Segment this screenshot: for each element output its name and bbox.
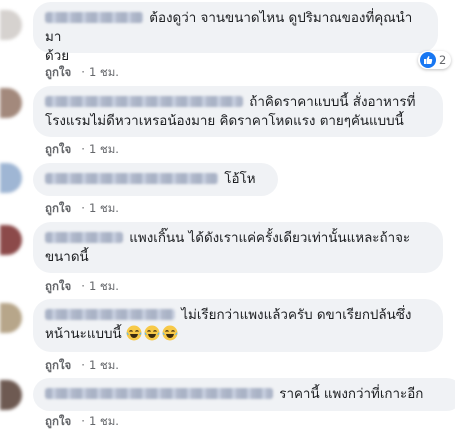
avatar[interactable] xyxy=(0,225,22,255)
comment-text-line1: โอ้โห xyxy=(224,172,256,187)
timestamp[interactable]: 1 ชม. xyxy=(89,279,119,293)
blurred-author-name[interactable] xyxy=(45,96,243,107)
comment-meta: ถูกใจ · 1 ชม. xyxy=(45,141,119,159)
comment-text-line1: แพงเกิ๊นน ได้ดังเราแค่ครั้งเดียวเท่านั้น… xyxy=(129,231,411,246)
like-link[interactable]: ถูกใจ xyxy=(45,201,71,215)
separator-dot: · xyxy=(81,201,85,215)
comment-bubble: ต้องดูว่า จานขนาดไหน ดูปริมาณของที่คุณนำ… xyxy=(33,2,438,64)
comment-text-line1: ไม่เรียกว่าแพงแล้วครับ ดขาเรียกปล้นซึ่ง xyxy=(181,308,412,323)
separator-dot: · xyxy=(81,65,85,79)
comment-text-line2: ด้วย xyxy=(45,49,70,64)
comment-bubble: ราคานี้ แพงกว่าที่เกาะอีก xyxy=(33,378,455,411)
avatar[interactable] xyxy=(0,163,22,193)
laughing-tears-emoji-icon xyxy=(126,325,142,341)
timestamp[interactable]: 1 ชม. xyxy=(89,414,119,428)
comment-text-line1: ราคานี้ แพงกว่าที่เกาะอีก xyxy=(279,387,424,402)
timestamp[interactable]: 1 ชม. xyxy=(89,65,119,79)
comment-bubble: ไม่เรียกว่าแพงแล้วครับ ดขาเรียกปล้นซึ่ง … xyxy=(33,299,443,352)
avatar[interactable] xyxy=(0,88,22,118)
comment-bubble: แพงเกิ๊นน ได้ดังเราแค่ครั้งเดียวเท่านั้น… xyxy=(33,222,443,273)
comment-text-line2: โรงแรมไม่ดีหวาเหรอน้องมาย คิดราคาโหดแรง … xyxy=(45,114,404,129)
timestamp[interactable]: 1 ชม. xyxy=(89,201,119,215)
avatar[interactable] xyxy=(0,10,22,40)
comment-text-line2: ขนาดนี้ xyxy=(45,250,89,265)
like-link[interactable]: ถูกใจ xyxy=(45,414,71,428)
comment-text-line1: ถ้าคิดราคาแบบนี้ สั่งอาหารที่ xyxy=(249,95,416,110)
like-link[interactable]: ถูกใจ xyxy=(45,65,71,79)
like-link[interactable]: ถูกใจ xyxy=(45,279,71,293)
avatar[interactable] xyxy=(0,303,22,333)
comment-meta: ถูกใจ · 1 ชม. xyxy=(45,64,119,82)
comment-meta: ถูกใจ · 1 ชม. xyxy=(45,413,119,431)
separator-dot: · xyxy=(81,358,85,372)
separator-dot: · xyxy=(81,414,85,428)
comment-text-line2: หน้านะแบบนี้ xyxy=(45,327,122,342)
comment-meta: ถูกใจ · 1 ชม. xyxy=(45,278,119,296)
blurred-author-name[interactable] xyxy=(45,388,273,399)
like-link[interactable]: ถูกใจ xyxy=(45,142,71,156)
comment-meta: ถูกใจ · 1 ชม. xyxy=(45,200,119,218)
laughing-tears-emoji-icon xyxy=(162,325,178,341)
reaction-count: 2 xyxy=(439,53,447,67)
reaction-count-badge[interactable]: 2 xyxy=(418,51,452,69)
laughing-tears-emoji-icon xyxy=(144,325,160,341)
comment-bubble: ถ้าคิดราคาแบบนี้ สั่งอาหารที่ โรงแรมไม่ด… xyxy=(33,86,443,137)
timestamp[interactable]: 1 ชม. xyxy=(89,358,119,372)
avatar[interactable] xyxy=(0,380,22,410)
blurred-author-name[interactable] xyxy=(45,173,218,184)
comment-meta: ถูกใจ · 1 ชม. xyxy=(45,357,119,375)
blurred-author-name[interactable] xyxy=(45,232,123,243)
timestamp[interactable]: 1 ชม. xyxy=(89,142,119,156)
thumbs-up-icon xyxy=(420,52,436,68)
like-link[interactable]: ถูกใจ xyxy=(45,358,71,372)
separator-dot: · xyxy=(81,142,85,156)
blurred-author-name[interactable] xyxy=(45,12,143,23)
blurred-author-name[interactable] xyxy=(45,309,175,320)
comment-bubble: โอ้โห xyxy=(33,163,278,196)
separator-dot: · xyxy=(81,279,85,293)
